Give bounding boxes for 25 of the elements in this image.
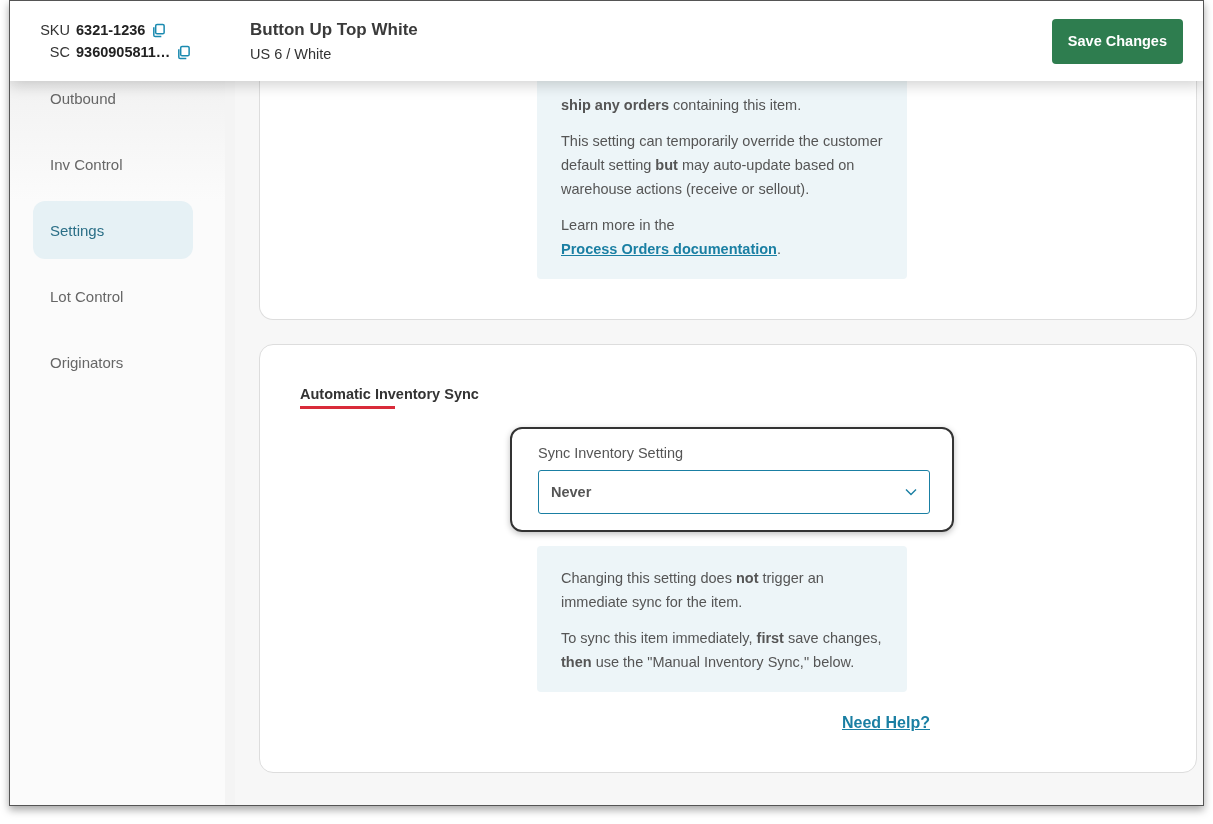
copy-icon[interactable] <box>176 44 192 60</box>
sidebar-item[interactable]: Lot Control <box>33 279 193 313</box>
chevron-down-icon <box>905 488 917 496</box>
section-title: Automatic Inventory Sync <box>300 386 479 402</box>
info-text: Learn more in the Process Orders documentation. <box>561 216 782 259</box>
info-text: Changing this setting does not trigger an immediate sync for the item. <box>561 569 825 612</box>
product-title: Button Up Top White <box>250 20 418 40</box>
info-text: ship any orders containing this item. <box>561 96 803 115</box>
id-label: SKU <box>39 22 70 38</box>
save-button[interactable]: Save Changes <box>1051 18 1183 64</box>
help-link[interactable]: Need Help? <box>842 714 930 731</box>
id-value: 6321-1236 <box>76 22 146 38</box>
copy-icon[interactable] <box>151 22 167 38</box>
field-label: Sync Inventory Setting <box>538 445 685 461</box>
product-variant: US 6 / White <box>250 46 333 62</box>
sidebar-item[interactable]: Originators <box>33 345 193 379</box>
sync-dropdown[interactable]: Never <box>538 470 930 514</box>
info-text: This setting can temporarily override the customer default setting but may auto-update based on warehouse actions (receive or sellout). <box>561 132 883 199</box>
id-label: SC <box>48 44 70 60</box>
sidebar-item[interactable]: Outbound <box>33 81 193 115</box>
sidebar-item[interactable]: Settings <box>33 201 193 259</box>
id-value: 9360905811… <box>76 44 171 60</box>
sidebar-item[interactable]: Inv Control <box>33 147 193 181</box>
documentation-link[interactable]: Process Orders documentation <box>561 241 777 257</box>
info-text: To sync this item immediately, first save changes, then use the "Manual Inventory Sync," below. <box>561 629 883 672</box>
